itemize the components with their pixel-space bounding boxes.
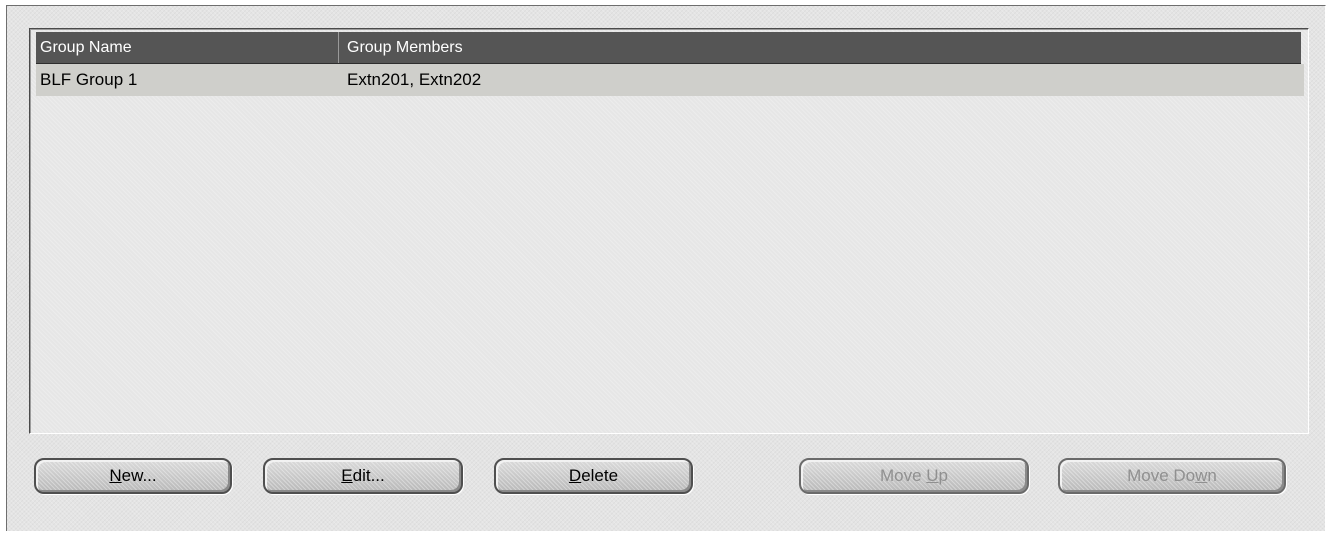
group-members-cell: Extn201, Extn202	[347, 70, 482, 89]
new-button[interactable]: New...	[34, 458, 232, 494]
edit-button-label-post: dit...	[352, 466, 385, 485]
column-header-group-members[interactable]: Group Members	[339, 32, 1301, 63]
move-up-button-accelerator: U	[926, 466, 939, 485]
new-button-accelerator: N	[109, 466, 122, 485]
move-down-button[interactable]: Move Down	[1058, 458, 1286, 494]
group-list[interactable]: Group Name Group Members BLF Group 1 Ext…	[29, 28, 1309, 434]
delete-button-label-post: elete	[581, 466, 619, 485]
move-up-button-label-post: p	[938, 466, 949, 485]
new-button-label-post: ew...	[121, 466, 157, 485]
blf-groups-panel: Group Name Group Members BLF Group 1 Ext…	[6, 5, 1326, 531]
move-up-button[interactable]: Move Up	[799, 458, 1029, 494]
edit-button-accelerator: E	[341, 466, 353, 485]
move-down-button-label-post: n	[1207, 466, 1217, 485]
move-up-button-label-pre: Move	[879, 466, 927, 485]
column-header-group-name[interactable]: Group Name	[36, 32, 339, 63]
delete-button-accelerator: D	[568, 466, 582, 485]
move-down-button-accelerator: w	[1195, 466, 1208, 485]
list-header: Group Name Group Members	[36, 32, 1301, 64]
edit-button[interactable]: Edit...	[263, 458, 463, 494]
move-down-button-label-pre: Move Do	[1127, 466, 1196, 485]
delete-button[interactable]: Delete	[494, 458, 693, 494]
group-name-cell: BLF Group 1	[40, 70, 138, 89]
table-row[interactable]: BLF Group 1 Extn201, Extn202	[36, 64, 1304, 96]
